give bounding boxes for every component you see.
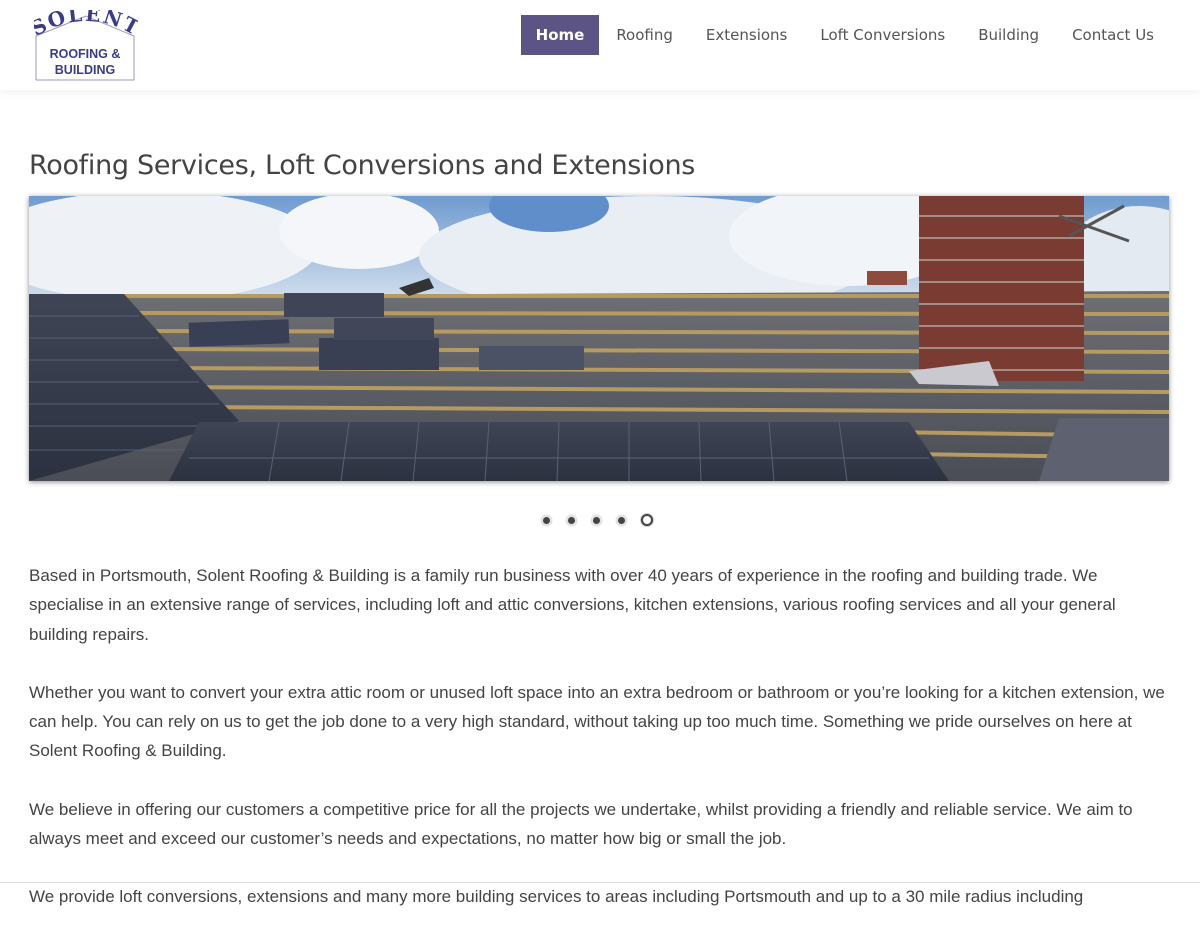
content-paragraph-2: Whether you want to convert your extra a… [29, 682, 1165, 761]
logo-line1: ROOFING & [50, 47, 121, 61]
nav-contact-us[interactable]: Contact Us [1055, 15, 1170, 55]
logo-line2: BUILDING [55, 63, 115, 77]
main-content: Based in Portsmouth, Solent Roofing & Bu… [29, 561, 1169, 941]
nav-loft-conversions[interactable]: Loft Conversions [803, 15, 961, 55]
logo-graphic: SOLENT ROOFING & BUILDING [27, 2, 143, 81]
nav-building[interactable]: Building [961, 15, 1055, 55]
page-title: Roofing Services, Loft Conversions and E… [29, 150, 696, 181]
slider-dot-4[interactable] [616, 514, 627, 526]
slider-dots [541, 514, 653, 526]
site-logo[interactable]: SOLENT ROOFING & BUILDING [27, 2, 143, 82]
slider-dot-1[interactable] [541, 514, 552, 526]
main-nav: Home Roofing Extensions Loft Conversions… [520, 15, 1170, 55]
content-paragraph-1: Based in Portsmouth, Solent Roofing & Bu… [29, 566, 1116, 644]
roof-slating-photo [29, 196, 1169, 481]
slider-dot-5[interactable] [641, 514, 653, 526]
nav-roofing[interactable]: Roofing [599, 15, 689, 55]
page-divider [0, 882, 1200, 883]
image-slider[interactable] [29, 196, 1169, 481]
nav-extensions[interactable]: Extensions [689, 15, 803, 55]
content-paragraph-3: We believe in offering our customers a c… [29, 799, 1133, 849]
slider-dot-2[interactable] [566, 514, 577, 526]
nav-home[interactable]: Home [520, 15, 600, 55]
site-header: SOLENT ROOFING & BUILDING Home Roofing E… [0, 0, 1200, 90]
content-paragraph-4: We provide loft conversions, extensions … [29, 887, 1084, 907]
slider-dot-3[interactable] [591, 514, 602, 526]
